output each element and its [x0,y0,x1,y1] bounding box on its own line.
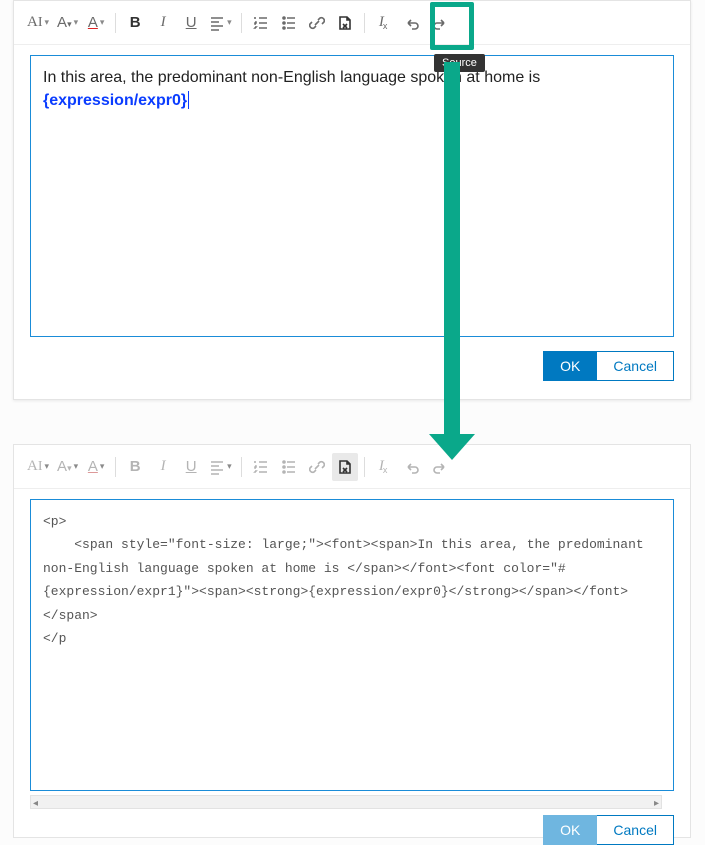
link-icon [309,15,325,31]
italic-button[interactable]: I [150,453,176,481]
redo-button[interactable] [427,9,453,37]
font-color-dropdown[interactable]: A▾ [83,9,109,37]
link-button[interactable] [304,9,330,37]
unordered-list-icon [281,15,297,31]
scroll-right-icon: ▸ [654,798,659,809]
editor-content-area[interactable]: In this area, the predominant non-Englis… [30,55,674,337]
source-icon [337,459,353,475]
font-size-dropdown[interactable]: A▾▾ [54,453,81,481]
link-button[interactable] [304,453,330,481]
ok-button[interactable]: OK [543,351,597,381]
expression-token: {expression/expr0} [43,92,187,109]
ordered-list-icon [253,459,269,475]
separator [364,457,365,477]
separator [364,13,365,33]
toolbar-bottom: AI▾ A▾▾ A▾ B I U ▾ Ix [14,445,690,489]
align-dropdown[interactable]: ▾ [206,9,235,37]
clear-format-button[interactable]: Ix [371,9,397,37]
underline-button[interactable]: U [178,453,204,481]
bold-button[interactable]: B [122,9,148,37]
unordered-list-icon [281,459,297,475]
font-family-dropdown[interactable]: AI▾ [24,453,52,481]
separator [115,13,116,33]
rich-text-editor-bottom: AI▾ A▾▾ A▾ B I U ▾ Ix <p> [13,444,691,838]
dialog-footer-bottom: OK Cancel [30,815,674,845]
unordered-list-button[interactable] [276,9,302,37]
ordered-list-button[interactable] [248,453,274,481]
undo-button[interactable] [399,9,425,37]
redo-icon [432,459,448,475]
toolbar-top: AI▾ A▾▾ A▾ B I U ▾ Ix [14,1,690,45]
redo-icon [432,15,448,31]
annotation-arrow [444,62,460,438]
source-code-area[interactable]: <p> <span style="font-size: large;"><fon… [30,499,674,791]
source-button[interactable] [332,9,358,37]
source-icon [337,15,353,31]
source-button[interactable] [332,453,358,481]
undo-button[interactable] [399,453,425,481]
align-icon [209,15,225,31]
scroll-left-icon: ◂ [33,798,38,809]
underline-button[interactable]: U [178,9,204,37]
ok-button[interactable]: OK [543,815,597,845]
unordered-list-button[interactable] [276,453,302,481]
bold-button[interactable]: B [122,453,148,481]
dialog-footer-top: OK Cancel [30,351,674,381]
clear-format-button[interactable]: Ix [371,453,397,481]
separator [115,457,116,477]
ordered-list-icon [253,15,269,31]
align-icon [209,459,225,475]
undo-icon [404,15,420,31]
ordered-list-button[interactable] [248,9,274,37]
align-dropdown[interactable]: ▾ [206,453,235,481]
separator [241,13,242,33]
cancel-button[interactable]: Cancel [597,351,674,381]
font-color-dropdown[interactable]: A▾ [83,453,109,481]
link-icon [309,459,325,475]
italic-button[interactable]: I [150,9,176,37]
cancel-button[interactable]: Cancel [597,815,674,845]
horizontal-scrollbar[interactable]: ◂ ▸ [30,795,662,809]
text-cursor [188,91,189,109]
font-family-dropdown[interactable]: AI▾ [24,9,52,37]
separator [241,457,242,477]
undo-icon [404,459,420,475]
font-size-dropdown[interactable]: A▾▾ [54,9,81,37]
rich-text-editor-top: AI▾ A▾▾ A▾ B I U ▾ Ix [13,0,691,400]
